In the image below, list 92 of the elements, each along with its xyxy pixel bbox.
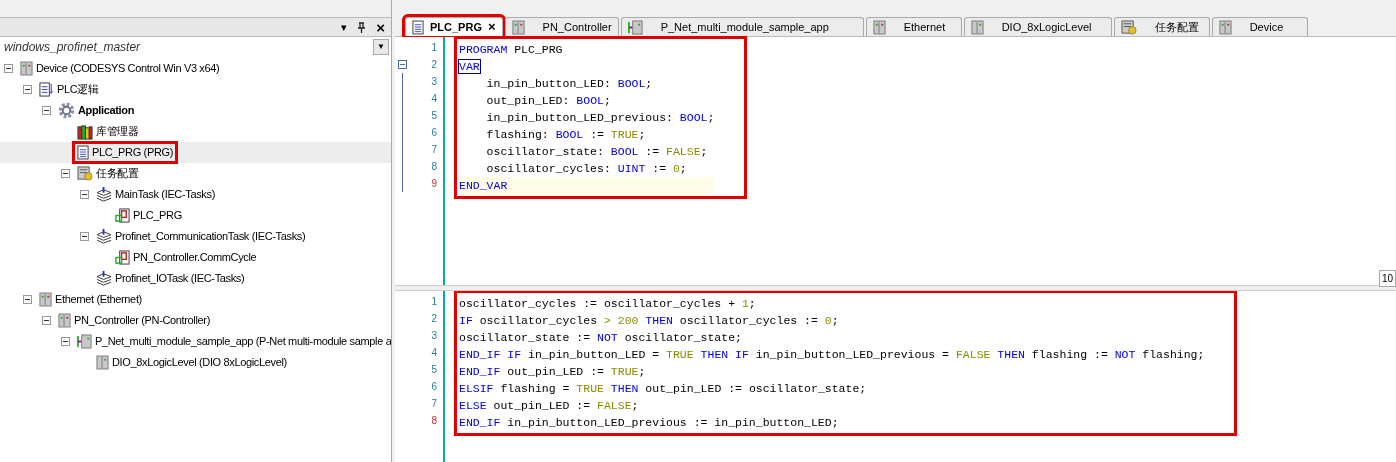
collapse-toggle[interactable]: [23, 85, 32, 94]
device-icon: [627, 19, 643, 35]
device-icon: [970, 19, 984, 35]
gear-icon: [58, 102, 75, 119]
layers-icon: [96, 187, 112, 202]
tree-item[interactable]: PN_Controller.CommCycle: [113, 249, 259, 266]
dropdown-button[interactable]: ▼: [373, 39, 389, 55]
device-icon: [58, 313, 71, 328]
code-line: END_IF IF in_pin_button_LED = TRUE THEN IF in_pin_button_LED_previous = FALSE THEN flashing := NOT flashing;: [459, 347, 1205, 363]
tree-item[interactable]: PN_Controller (PN-Controller): [56, 312, 212, 329]
pin-icon[interactable]: [357, 21, 367, 33]
code-line: ELSIF flashing = TRUE THEN out_pin_LED := oscillator_state;: [459, 381, 868, 397]
line-number: 8: [431, 160, 437, 174]
device-icon: [39, 292, 52, 307]
code-line: flashing: BOOL := TRUE;: [485, 127, 647, 143]
device-icon: [77, 334, 92, 349]
editor-tab[interactable]: Device: [1211, 17, 1308, 36]
code-line: in_pin_button_LED: BOOL;: [485, 76, 654, 92]
editor-tab[interactable]: P_Net_multi_module_sample_app: [620, 17, 864, 36]
collapse-toggle[interactable]: [4, 64, 13, 73]
program-call-icon: [115, 208, 130, 223]
device-icon: [872, 19, 886, 35]
line-number: 5: [431, 363, 437, 377]
tree-item[interactable]: Device (CODESYS Control Win V3 x64): [18, 60, 222, 77]
line-number: 2: [431, 312, 437, 326]
code-line: oscillator_cycles := oscillator_cycles + 1;: [459, 296, 757, 312]
collapse-toggle[interactable]: [61, 337, 70, 346]
document-icon: [39, 82, 54, 97]
code-line: oscillator_cycles: UINT := 0;: [485, 161, 688, 177]
line-number: 8: [431, 414, 437, 428]
line-number: 1: [431, 295, 437, 309]
close-button[interactable]: ×: [376, 19, 385, 35]
code-line: oscillator_state: BOOL := FALSE;: [485, 144, 709, 160]
code-line: END_IF out_pin_LED := TRUE;: [459, 364, 647, 380]
task-config-icon: [1120, 19, 1137, 35]
code-line: PROGRAM PLC_PRG: [459, 42, 564, 58]
fold-toggle[interactable]: [397, 60, 407, 69]
collapse-toggle[interactable]: [23, 295, 32, 304]
tree-item[interactable]: 任务配置: [75, 165, 141, 182]
code-line: oscillator_state := NOT oscillator_state;: [459, 330, 743, 346]
layers-icon: [96, 271, 112, 286]
menu-dropdown-button[interactable]: ▾: [341, 18, 348, 36]
device-icon: [1218, 19, 1232, 35]
line-number: 1: [431, 41, 437, 55]
document-icon: [412, 19, 424, 35]
line-number: 7: [431, 143, 437, 157]
tree-item[interactable]: PLC_PRG: [113, 207, 184, 224]
editor-tab[interactable]: DIO_8xLogicLevel: [963, 17, 1112, 36]
line-number: 3: [431, 329, 437, 343]
tree-item[interactable]: 库管理器: [75, 123, 141, 140]
line-number: 4: [431, 92, 437, 106]
line-number: 3: [431, 75, 437, 89]
device-icon: [511, 19, 525, 35]
close-icon[interactable]: ×: [487, 17, 496, 37]
editor-tab[interactable]: 任务配置: [1113, 17, 1210, 36]
tree-item[interactable]: Profinet_CommunicationTask (IEC-Tasks): [94, 228, 308, 245]
code-line: in_pin_button_LED_previous: BOOL;: [485, 110, 715, 126]
code-line: END_IF in_pin_button_LED_previous := in_pin_button_LED;: [459, 415, 840, 431]
code-line: ELSE out_pin_LED := FALSE;: [459, 398, 640, 414]
line-number: 5: [431, 109, 437, 123]
line-number: 7: [431, 397, 437, 411]
code-line: VAR: [459, 59, 481, 75]
tree-item[interactable]: PLC逻辑: [37, 81, 101, 98]
code-line: IF oscillator_cycles > 200 THEN oscillator_cycles := 0;: [459, 313, 840, 329]
editor-tab[interactable]: PN_Controller: [504, 17, 619, 36]
line-number: 9: [431, 177, 437, 191]
document-icon: [77, 145, 89, 160]
program-call-icon: [115, 250, 130, 265]
task-config-icon: [77, 166, 93, 181]
tree-item[interactable]: Profinet_IOTask (IEC-Tasks): [94, 270, 247, 287]
line-number: 2: [431, 58, 437, 72]
collapse-toggle[interactable]: [61, 169, 70, 178]
collapse-toggle[interactable]: [42, 106, 51, 115]
code-line: out_pin_LED: BOOL;: [485, 93, 612, 109]
collapse-toggle[interactable]: [42, 316, 51, 325]
editor-tab[interactable]: Ethernet: [865, 17, 962, 36]
layers-icon: [96, 229, 112, 244]
editor-tab[interactable]: PLC_PRG ×: [405, 17, 503, 36]
books-icon: [77, 123, 93, 140]
collapse-toggle[interactable]: [80, 190, 89, 199]
tree-item[interactable]: P_Net_multi_module_sample_app (P-Net multi-module sample a: [75, 333, 391, 350]
project-name: windows_profinet_master: [4, 39, 141, 56]
collapse-toggle[interactable]: [80, 232, 89, 241]
tree-item[interactable]: Application: [56, 102, 137, 119]
device-icon: [20, 61, 33, 76]
tree-item[interactable]: DIO_8xLogicLevel (DIO 8xLogicLevel): [94, 354, 289, 371]
line-number: 4: [431, 346, 437, 360]
tree-item[interactable]: Ethernet (Ethernet): [37, 291, 144, 308]
line-number: 6: [431, 126, 437, 140]
line-number: 6: [431, 380, 437, 394]
device-icon: [96, 355, 109, 370]
tree-item[interactable]: MainTask (IEC-Tasks): [94, 186, 217, 203]
